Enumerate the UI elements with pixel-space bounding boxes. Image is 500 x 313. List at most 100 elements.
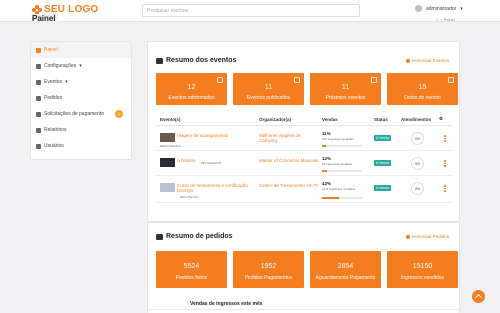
calendar-icon xyxy=(371,77,377,83)
stat-value: 15 xyxy=(418,84,427,91)
stat-label: Datas do evento xyxy=(404,95,441,101)
stat-tile-upcoming-events[interactable]: 11 Próximos eventos xyxy=(310,73,381,105)
sidebar-item-eventos[interactable]: Eventos ▾ xyxy=(31,74,131,90)
stat-value: 11 xyxy=(264,84,273,91)
organizer-cell: Master of Concertos Musicais xyxy=(259,151,322,175)
event-cell: Viagem de acampamento #E647A9de4ba xyxy=(156,126,259,150)
sales-percent: 12% xyxy=(322,156,332,161)
stat-tile-awaiting-payment[interactable]: 2854 Aguardamento Pagamento xyxy=(310,251,381,288)
sidebar-item-relatorios[interactable]: Relatórios xyxy=(31,122,131,138)
sales-progress-bar xyxy=(322,170,362,172)
attendance-progress: 0% xyxy=(411,182,424,195)
stat-tile-events-published[interactable]: 11 Eventos publicados xyxy=(233,73,304,105)
column-header-status: Status xyxy=(374,116,388,122)
status-badge: A Venda xyxy=(374,135,392,141)
manage-orders-label: Gerenciar Pedidos xyxy=(411,234,449,239)
gear-icon[interactable]: ⚙ xyxy=(439,113,453,125)
stat-label: Ingressos vendidos xyxy=(400,275,445,281)
event-name-link[interactable]: Viagem de acampamento xyxy=(177,133,257,138)
stat-tile-orders-placed[interactable]: 5524 Pedidos feitos xyxy=(156,251,227,288)
count-badge: 0 xyxy=(115,110,123,118)
orders-summary-title: Resumo de pedidos xyxy=(156,233,233,240)
gear-icon xyxy=(36,63,41,69)
manage-orders-link[interactable]: Gerenciar Pedidos xyxy=(405,234,449,239)
organizer-link[interactable]: Master of Concertos Musicais xyxy=(259,158,319,163)
sidebar-item-usuarios[interactable]: Usuários xyxy=(31,138,131,154)
attendance-cell: 0% xyxy=(401,151,439,175)
users-icon xyxy=(36,143,41,149)
cart-icon xyxy=(36,95,41,101)
event-name-link[interactable]: Curso de treinamento e certificação DevO… xyxy=(177,183,257,193)
calendar-icon xyxy=(294,77,300,83)
home-icon[interactable]: ⌂ xyxy=(436,17,438,22)
sales-cell: 42% 2711 Ingressos vendidos xyxy=(322,176,374,202)
sidebar-item-pedidos[interactable]: Pedidos xyxy=(31,90,131,106)
organizer-link[interactable]: Centro de Treinamento em TI xyxy=(259,183,319,188)
actions-cell xyxy=(439,176,453,202)
event-code: #E647A9de4ba xyxy=(160,144,181,148)
report-icon xyxy=(36,127,41,133)
table-row: Curso de treinamento e certificação DevO… xyxy=(156,176,453,203)
sales-percent: 42% xyxy=(322,181,332,186)
table-header: Evento(s) Organizador(a) Vendas Status A… xyxy=(156,113,453,126)
status-badge: A Venda xyxy=(374,185,392,191)
calendar-icon xyxy=(217,77,223,83)
cart-icon xyxy=(156,233,163,240)
stat-label: Eventos publicados xyxy=(246,95,291,101)
event-thumbnail[interactable] xyxy=(160,183,175,192)
calendar-icon xyxy=(156,57,163,64)
attendance-progress: 0% xyxy=(411,157,424,170)
event-code: #E0e7f9e749 xyxy=(180,195,198,199)
stat-value: 12 xyxy=(187,84,196,91)
status-badge: A Venda xyxy=(374,160,392,166)
search-input[interactable] xyxy=(142,4,360,17)
breadcrumb-separator: › xyxy=(440,17,442,22)
stat-tile-event-dates[interactable]: 15 Datas do evento xyxy=(387,73,458,105)
stat-tile-events-added[interactable]: 12 Eventos adicionados xyxy=(156,73,227,105)
status-cell: A Venda xyxy=(374,151,401,175)
event-thumbnail[interactable] xyxy=(160,133,175,142)
logo-icon xyxy=(32,4,42,15)
event-thumbnail[interactable] xyxy=(160,158,175,167)
more-actions-icon[interactable] xyxy=(444,135,446,142)
actions-cell xyxy=(439,151,453,175)
orders-summary-panel: Resumo de pedidos Gerenciar Pedidos 5524… xyxy=(147,222,461,313)
manage-events-link[interactable]: Gerenciar Eventos xyxy=(405,58,449,63)
more-actions-icon[interactable] xyxy=(444,185,446,192)
sidebar-item-label: Relatórios xyxy=(44,127,67,133)
organizer-link[interactable]: Melhores viagens de Camping xyxy=(259,133,319,143)
chart-gridline xyxy=(148,309,461,310)
stat-tile-orders-paid[interactable]: 1952 Pedidos Pagamentos xyxy=(233,251,304,288)
event-cell: A história #E279aa8d945 xyxy=(156,151,259,175)
sidebar-item-configuracoes[interactable]: Configurações ▾ xyxy=(31,58,131,74)
more-actions-icon[interactable] xyxy=(444,160,446,167)
tickets-sold: 10 Ingressos vendidos xyxy=(322,162,353,166)
calendar-icon xyxy=(448,77,454,83)
manage-events-label: Gerenciar Eventos xyxy=(411,58,449,63)
events-summary-title: Resumo dos eventos xyxy=(156,57,236,64)
tickets-sold: 2711 Ingressos vendidos xyxy=(322,187,356,191)
sidebar-item-label: Painel xyxy=(44,47,58,53)
sidebar-item-solicitacoes[interactable]: Solicitações de pagamento 0 xyxy=(31,106,131,122)
sidebar-item-label: Solicitações de pagamento xyxy=(44,111,105,117)
column-header-sales: Vendas xyxy=(322,116,338,122)
sidebar-item-painel[interactable]: Painel xyxy=(31,42,131,58)
page-title: Painel xyxy=(32,14,58,23)
column-header-organizer: Organizador(a) xyxy=(259,116,292,122)
table-row: Viagem de acampamento #E647A9de4ba Melho… xyxy=(156,126,453,151)
user-menu[interactable]: administrador ▾ xyxy=(415,5,463,12)
organizer-cell: Centro de Treinamento em TI xyxy=(259,176,322,202)
stat-value: 2854 xyxy=(337,263,354,270)
events-stat-tiles: 12 Eventos adicionados 11 Eventos public… xyxy=(156,73,458,105)
tickets-sold: 100 Ingressos vendidos xyxy=(322,137,354,141)
panel-title-text: Resumo dos eventos xyxy=(166,57,237,64)
money-icon xyxy=(36,111,41,117)
events-table: Evento(s) Organizador(a) Vendas Status A… xyxy=(156,113,453,203)
calendar-icon xyxy=(36,79,41,85)
sidebar: Painel Configurações ▾ Eventos ▾ Pedidos… xyxy=(30,41,132,160)
stat-tile-tickets-sold[interactable]: 15150 Ingressos vendidos xyxy=(387,251,458,288)
sales-percent: 11% xyxy=(322,131,331,136)
breadcrumb-current: Painel xyxy=(443,17,455,22)
chart-title: Vendas de ingressos este mês xyxy=(190,301,263,307)
back-to-top-button[interactable] xyxy=(472,290,485,303)
